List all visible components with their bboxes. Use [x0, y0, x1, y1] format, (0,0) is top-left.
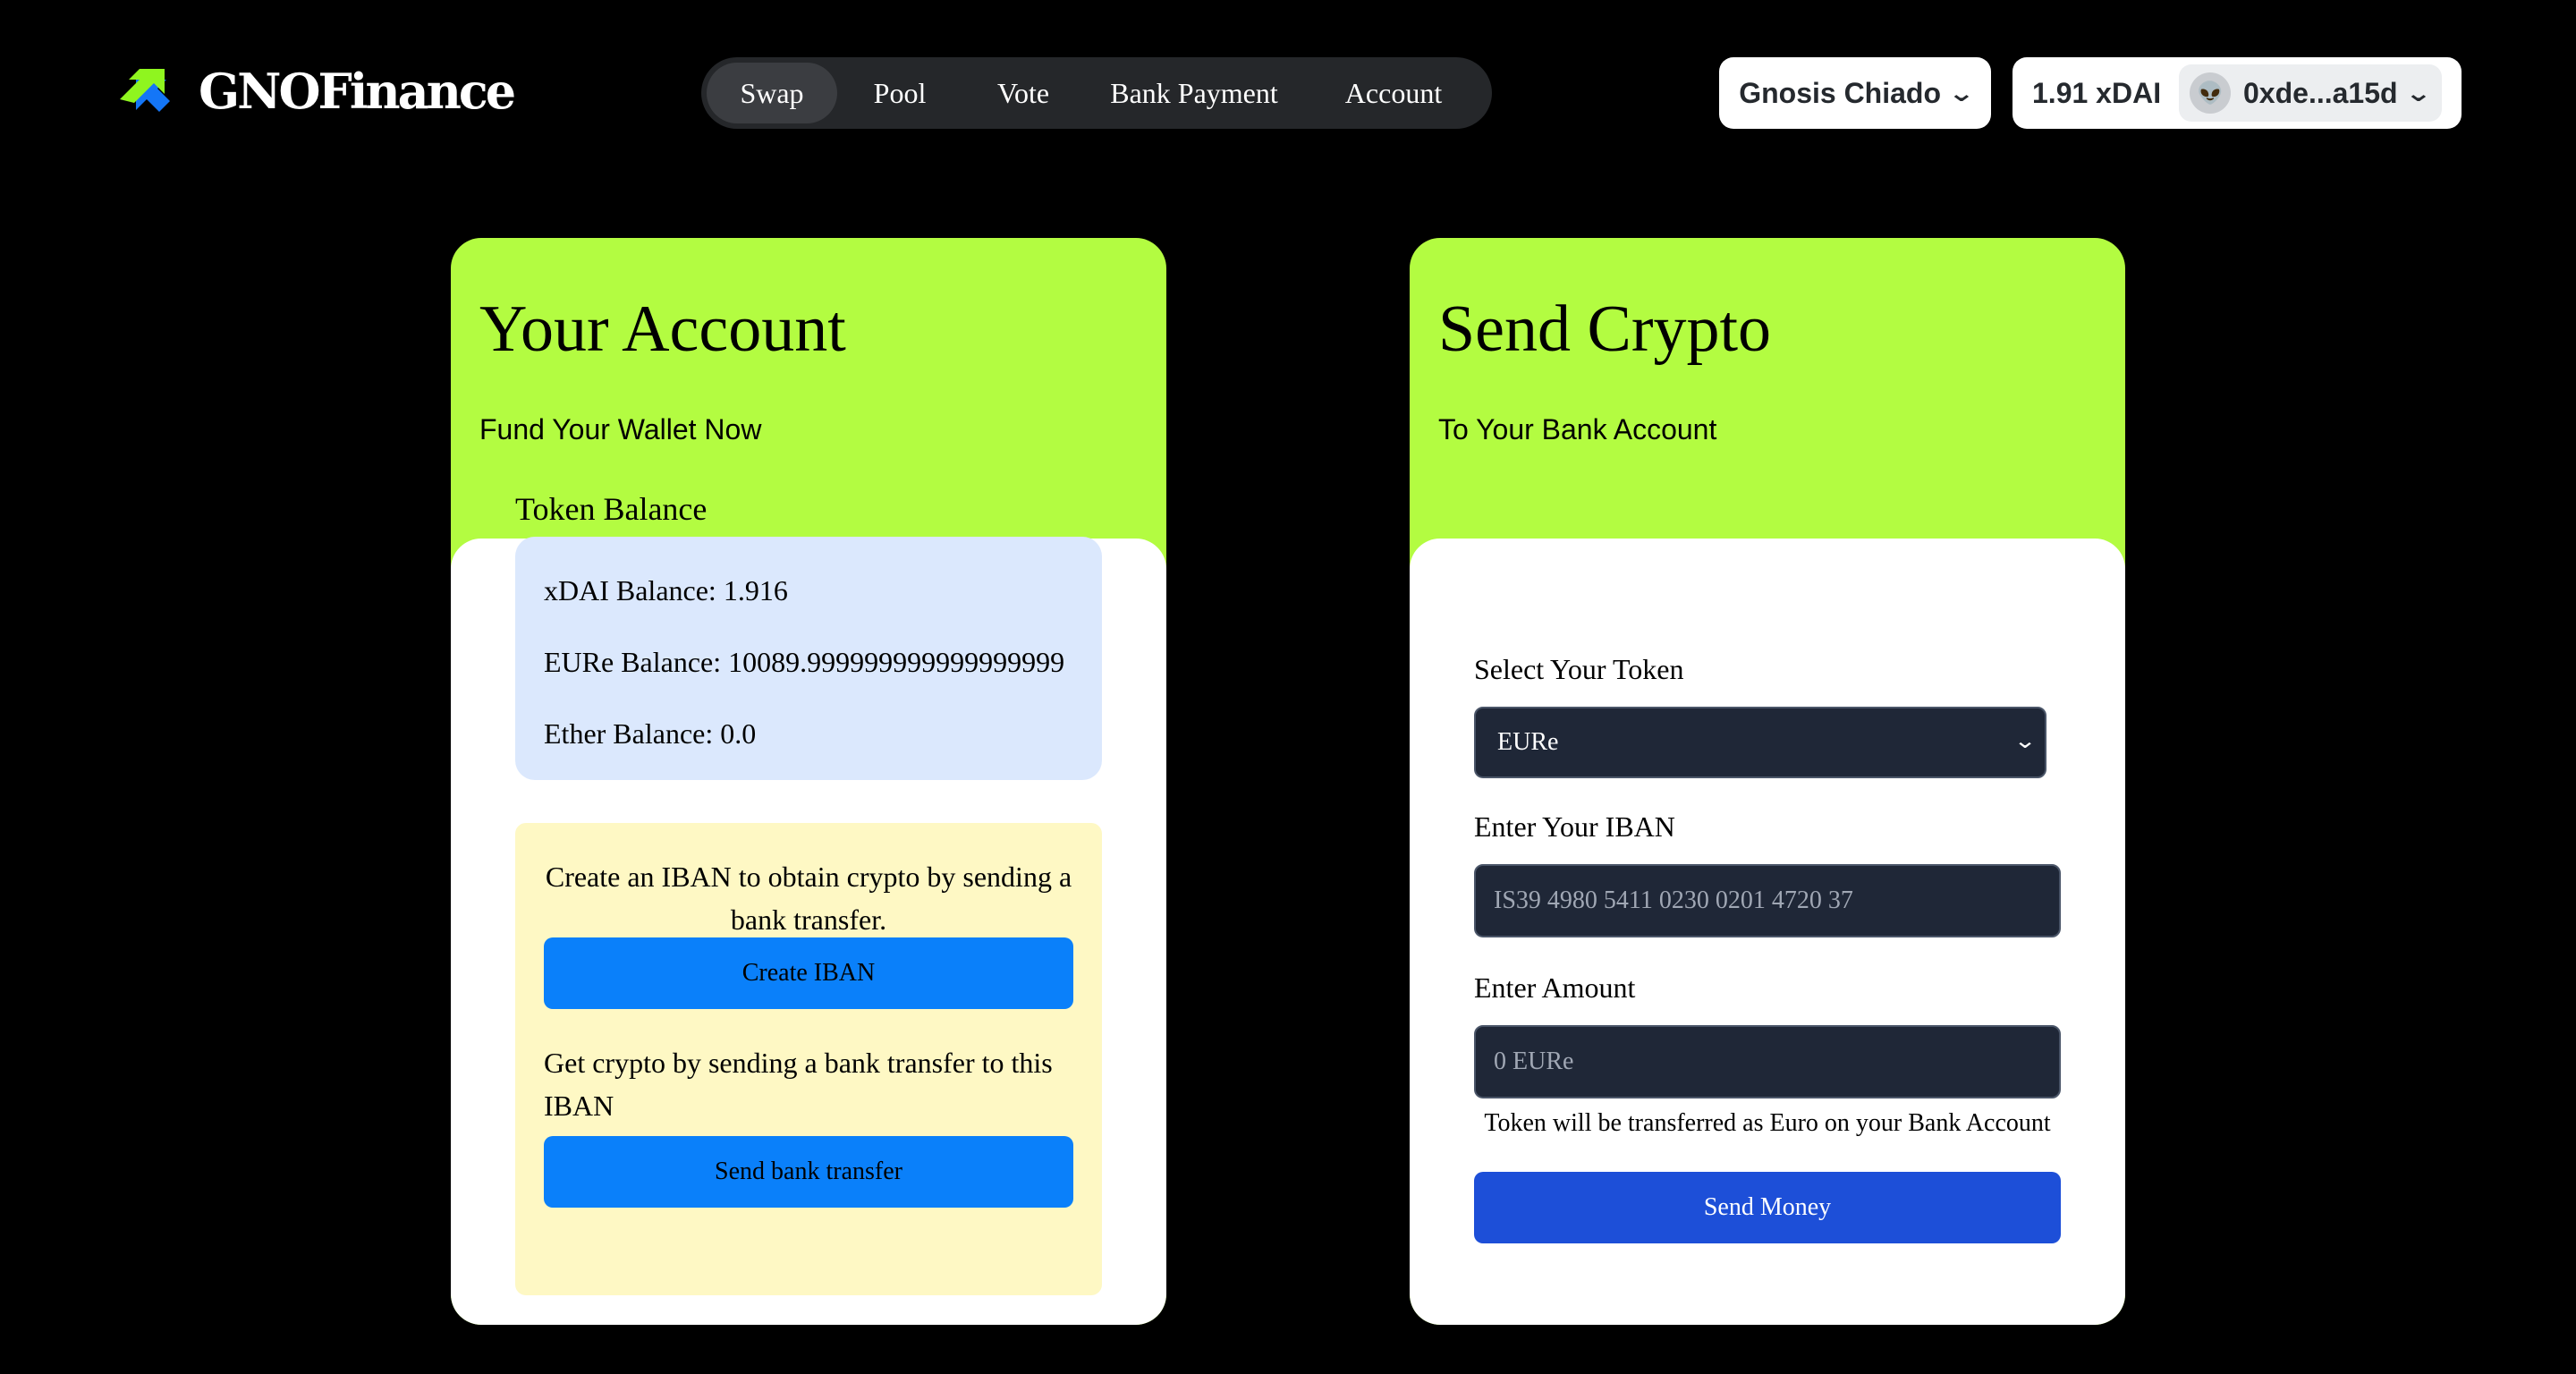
amount-label: Enter Amount [1474, 971, 1636, 1004]
token-select[interactable]: EURe ⌄ [1474, 707, 2046, 778]
main-nav: Swap Pool Vote Bank Payment Account [701, 57, 1492, 129]
send-card-title: Send Crypto [1438, 293, 1772, 366]
logo-text: GNOFinance [199, 63, 516, 120]
logo[interactable]: GNOFinance [116, 63, 516, 120]
token-balance-label: Token Balance [515, 491, 708, 527]
wallet-balance: 1.91 xDAI [2032, 76, 2162, 109]
transfer-description: Get crypto by sending a bank transfer to… [544, 1047, 1053, 1122]
wallet-button[interactable]: 1.91 xDAI 👽 0xde...a15d ⌄ [2012, 57, 2462, 129]
chain-label: Gnosis Chiado [1739, 76, 1941, 109]
header: GNOFinance Swap Pool Vote Bank Payment A… [0, 0, 2576, 188]
token-select-value: EURe [1497, 728, 1559, 756]
logo-icon [120, 69, 170, 112]
nav-bank-payment[interactable]: Bank Payment [1084, 63, 1304, 123]
amount-input[interactable] [1474, 1025, 2061, 1098]
chevron-down-icon: ⌄ [2012, 730, 2038, 753]
balance-box: xDAI Balance: 1.916 EURe Balance: 10089.… [515, 537, 1102, 780]
iban-box: Create an IBAN to obtain crypto by sendi… [515, 823, 1102, 1295]
send-money-button[interactable]: Send Money [1474, 1172, 2061, 1243]
iban-description: Create an IBAN to obtain crypto by sendi… [545, 861, 1072, 936]
account-card-subtitle: Fund Your Wallet Now [479, 413, 762, 445]
select-token-label: Select Your Token [1474, 653, 1684, 685]
nav-account[interactable]: Account [1304, 63, 1483, 123]
chevron-down-icon: ⌄ [2404, 79, 2432, 106]
xdai-balance: xDAI Balance: 1.916 [544, 574, 788, 606]
eure-balance: EURe Balance: 10089.999999999999999999 [544, 646, 1065, 678]
iban-label: Enter Your IBAN [1474, 810, 1675, 843]
chain-selector-button[interactable]: Gnosis Chiado ⌄ [1719, 57, 1991, 129]
create-iban-button[interactable]: Create IBAN [544, 937, 1073, 1009]
account-card-title: Your Account [479, 293, 846, 366]
chevron-down-icon: ⌄ [1947, 79, 1976, 106]
send-card-subtitle: To Your Bank Account [1438, 413, 1717, 445]
wallet-address: 0xde...a15d [2243, 76, 2398, 109]
send-bank-transfer-button[interactable]: Send bank transfer [544, 1136, 1073, 1208]
nav-vote[interactable]: Vote [962, 63, 1084, 123]
account-pill[interactable]: 👽 0xde...a15d ⌄ [2179, 64, 2443, 122]
nav-swap[interactable]: Swap [707, 63, 837, 123]
send-crypto-card: Send Crypto To Your Bank Account Select … [1410, 238, 2125, 1325]
ether-balance: Ether Balance: 0.0 [544, 717, 757, 750]
iban-input[interactable] [1474, 864, 2061, 937]
avatar: 👽 [2190, 72, 2231, 114]
nav-pool[interactable]: Pool [837, 63, 962, 123]
account-card: Your Account Fund Your Wallet Now Token … [451, 238, 1166, 1325]
transfer-note: Token will be transferred as Euro on you… [1484, 1109, 2051, 1137]
